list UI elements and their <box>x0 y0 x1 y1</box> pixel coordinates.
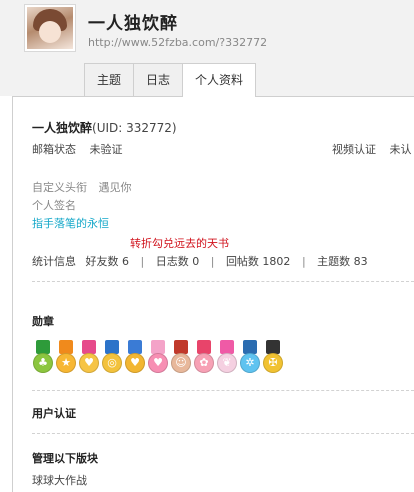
medal-ribbon <box>220 340 234 354</box>
custom-title-value: 遇见你 <box>98 181 132 194</box>
flower-medal-icon[interactable]: ✿ <box>193 340 215 378</box>
heart-medal-icon[interactable]: ♥ <box>78 340 100 378</box>
bow-book-medal-icon[interactable]: ❦ <box>216 340 238 378</box>
custom-title-row: 自定义头衔 遇见你 <box>32 179 132 195</box>
info-username: 一人独饮醉 <box>32 121 93 135</box>
stats-friends[interactable]: 好友数 6 <box>86 255 130 268</box>
medal-ribbon <box>82 340 96 354</box>
tab-profile[interactable]: 个人资料 <box>182 63 257 97</box>
medal-glyph: ✿ <box>199 356 209 369</box>
avatar-image <box>27 7 73 49</box>
email-status-label: 邮箱状态 <box>32 143 76 156</box>
leaf-medal-icon[interactable]: ♣ <box>32 340 54 378</box>
medal-glyph: ★ <box>61 356 71 369</box>
stats-label: 统计信息 <box>32 255 76 268</box>
stats-threads[interactable]: 主题数 83 <box>317 255 368 268</box>
medal-ribbon <box>59 340 73 354</box>
medal-ribbon <box>243 340 257 354</box>
profile-url[interactable]: http://www.52fzba.com/?332772 <box>88 36 267 49</box>
video-auth-row: 视频认证 未认 <box>332 141 412 157</box>
divider <box>32 390 414 391</box>
tab-logs[interactable]: 日志 <box>133 63 184 96</box>
stats-logs[interactable]: 日志数 0 <box>156 255 200 268</box>
stats-sep-1: | <box>140 255 145 268</box>
email-status-value: 未验证 <box>89 143 123 156</box>
info-name: 一人独饮醉(UID: 332772) <box>32 119 177 136</box>
video-auth-label: 视频认证 <box>332 143 376 156</box>
manage-forum-link[interactable]: 球球大作战 <box>32 472 87 488</box>
signature-label: 个人签名 <box>32 199 76 212</box>
email-status-row: 邮箱状态 未验证 <box>32 141 123 157</box>
avatar-face <box>39 21 61 43</box>
stats-row: 统计信息 好友数 6 | 日志数 0 | 回帖数 1802 | 主题数 83 <box>32 253 368 269</box>
medals-title: 勋章 <box>32 315 54 328</box>
blue-medal-icon[interactable]: ◎ <box>101 340 123 378</box>
snowflake-medal-icon[interactable]: ✲ <box>239 340 261 378</box>
profile-username: 一人独饮醉 <box>88 14 178 34</box>
medal-glyph: ✲ <box>245 356 255 369</box>
medal-ribbon <box>128 340 142 354</box>
profile-tabs: 主题 日志 个人资料 <box>84 63 257 97</box>
tab-threads[interactable]: 主题 <box>84 63 135 96</box>
medal-glyph: ✠ <box>268 356 278 369</box>
medal-glyph: ❦ <box>222 356 232 369</box>
cross-medal-icon[interactable]: ✠ <box>262 340 284 378</box>
medal-glyph: ♥ <box>153 356 163 369</box>
medals-list: ♣ ★ ♥ ◎ ♥ ♥ ☺ ✿ ❦ ✲ ✠ <box>32 340 284 378</box>
medal-glyph: ☺ <box>175 356 187 369</box>
stats-replies[interactable]: 回帖数 1802 <box>226 255 291 268</box>
medal-glyph: ◎ <box>107 356 117 369</box>
pink-heart-medal-icon[interactable]: ♥ <box>147 340 169 378</box>
info-uid: (UID: 332772) <box>92 121 177 135</box>
manage-title: 管理以下版块 <box>32 452 98 465</box>
video-auth-value: 未认 <box>389 143 412 156</box>
user-auth-title: 用户认证 <box>32 407 76 420</box>
signature-red-text: 转折勾兑远去的天书 <box>130 237 229 250</box>
orange-medal-icon[interactable]: ★ <box>55 340 77 378</box>
medal-ribbon <box>174 340 188 354</box>
divider <box>32 281 414 282</box>
custom-title-label: 自定义头衔 <box>32 181 87 194</box>
signature-text: 指手落笔的永恒 <box>32 217 109 230</box>
medal-glyph: ♥ <box>84 356 94 369</box>
medal-glyph: ♥ <box>130 356 140 369</box>
medal-glyph: ♣ <box>38 356 48 369</box>
portrait-medal-icon[interactable]: ☺ <box>170 340 192 378</box>
divider <box>32 433 414 434</box>
medal-ribbon <box>197 340 211 354</box>
avatar[interactable] <box>24 4 76 52</box>
medal-ribbon <box>151 340 165 354</box>
medal-ribbon <box>266 340 280 354</box>
medal-ribbon <box>36 340 50 354</box>
stats-sep-3: | <box>301 255 306 268</box>
stats-sep-2: | <box>210 255 215 268</box>
gold-heart-medal-icon[interactable]: ♥ <box>124 340 146 378</box>
medal-ribbon <box>105 340 119 354</box>
profile-header: 一人独饮醉 http://www.52fzba.com/?332772 主题 日… <box>0 0 414 97</box>
